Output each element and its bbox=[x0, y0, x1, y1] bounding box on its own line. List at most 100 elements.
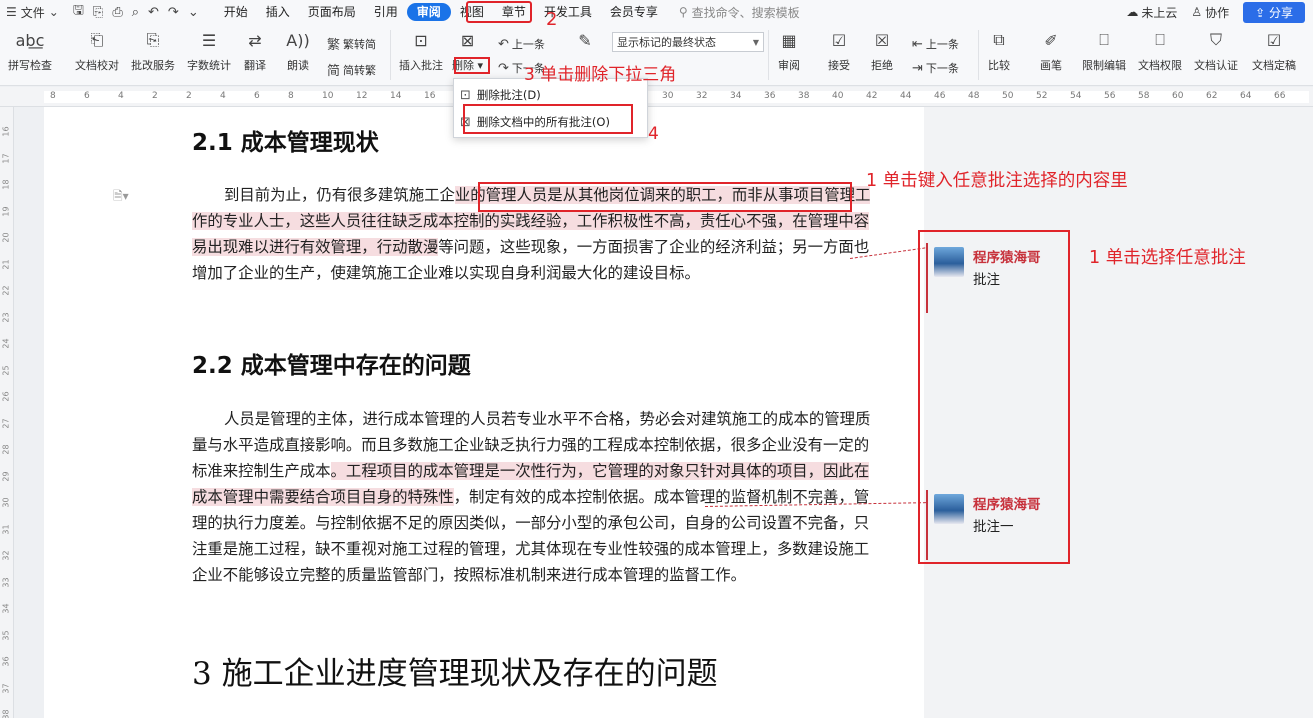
ruler-scale: 8642246810121416182022242628303234363840… bbox=[44, 91, 1309, 103]
export-icon[interactable]: ⎘ bbox=[93, 5, 103, 20]
ruler-tick-label: 6 bbox=[84, 91, 90, 101]
spell-check-button[interactable]: ab͟c 拼写检查 bbox=[8, 28, 52, 73]
markup-mode-select[interactable]: 显示标记的最终状态 ▼ bbox=[612, 32, 764, 52]
ruler-tick-label: 50 bbox=[1002, 91, 1014, 101]
file-menu[interactable]: ☰ 文件 ⌄ bbox=[0, 0, 65, 24]
ruler-tick-label: 34 bbox=[1, 603, 11, 614]
ribbon-divider bbox=[978, 30, 979, 80]
trad-to-simp-label: 繁转简 bbox=[343, 37, 377, 51]
translate-button[interactable]: ⇄ 翻译 bbox=[242, 28, 268, 73]
tab-developer[interactable]: 开发工具 bbox=[535, 0, 601, 24]
ruler-tick-label: 46 bbox=[934, 91, 946, 101]
command-search[interactable]: ⚲ 查找命令、搜索模板 bbox=[679, 4, 800, 21]
doc-finalize-button[interactable]: ☑ 文档定稿 bbox=[1252, 28, 1296, 73]
review-pane-button[interactable]: ▦ 审阅 bbox=[776, 28, 802, 73]
ruler-tick-label: 2 bbox=[186, 91, 192, 101]
compare-button[interactable]: ⧉ 比较 bbox=[986, 28, 1012, 73]
preview-icon[interactable]: ⌕ bbox=[132, 5, 139, 20]
ribbon-divider bbox=[768, 30, 769, 80]
ruler-tick-label: 44 bbox=[900, 91, 912, 101]
more-icon[interactable]: ⌄ bbox=[188, 5, 199, 20]
redo-icon[interactable]: ↷ bbox=[168, 5, 179, 20]
annotation-box-review-tab bbox=[466, 1, 532, 23]
spell-check-label: 拼写检查 bbox=[8, 59, 52, 72]
review-pane-icon: ▦ bbox=[781, 30, 797, 50]
reject-label: 拒绝 bbox=[871, 59, 893, 72]
read-aloud-button[interactable]: A)) 朗读 bbox=[285, 28, 311, 73]
next-comment-icon: ↷ bbox=[498, 60, 509, 76]
tab-layout[interactable]: 页面布局 bbox=[299, 0, 365, 24]
paragraph-menu-icon[interactable]: 🗎▾ bbox=[113, 187, 129, 208]
translate-icon: ⇄ bbox=[248, 30, 262, 50]
menu-bar: ☰ 文件 ⌄ 🖫 ⎘ ⎙ ⌕ ↶ ↷ ⌄ 开始 插入 页面布局 引用 审阅 视图… bbox=[0, 0, 1313, 24]
ruler-tick-label: 48 bbox=[968, 91, 980, 101]
tab-home[interactable]: 开始 bbox=[215, 0, 257, 24]
cloud-icon: ☁ bbox=[1126, 5, 1139, 19]
horizontal-ruler[interactable]: 8642246810121416182022242628303234363840… bbox=[0, 87, 1313, 107]
ruler-tick-label: 31 bbox=[1, 523, 11, 535]
accept-button[interactable]: ☑ 接受 bbox=[826, 28, 852, 73]
doc-finalize-label: 文档定稿 bbox=[1252, 59, 1296, 72]
doc-certify-button[interactable]: ⛉ 文档认证 bbox=[1194, 28, 1238, 73]
menu-item-delete-comment[interactable]: ⊡ 删除批注(D) bbox=[460, 85, 541, 105]
heading-2-1: 2.1 成本管理现状 bbox=[192, 130, 379, 156]
next-change-label: 下一条 bbox=[925, 62, 959, 75]
prev-change-button[interactable]: ⇤ 上一条 bbox=[912, 36, 959, 52]
collab-button[interactable]: ♙ 协作 bbox=[1191, 4, 1229, 21]
read-aloud-icon: A)) bbox=[286, 30, 310, 50]
undo-icon[interactable]: ↶ bbox=[148, 5, 159, 20]
doc-certify-label: 文档认证 bbox=[1194, 59, 1238, 72]
delete-comment-icon: ⊠ bbox=[460, 30, 475, 50]
ruler-tick-label: 36 bbox=[1, 656, 11, 667]
pen-button[interactable]: ✐ 画笔 bbox=[1038, 28, 1064, 73]
vertical-ruler[interactable]: 16 17 18 19 20 21 22 23 24 25 26 27 28 29 30 31 32 33 34 35… bbox=[0, 107, 14, 718]
ruler-tick-label: 12 bbox=[356, 91, 368, 101]
review-label: 审阅 bbox=[778, 59, 800, 72]
doc-proof-label: 文档校对 bbox=[75, 59, 119, 72]
track-changes-button[interactable]: ✎ bbox=[572, 28, 598, 52]
cloud-status[interactable]: ☁ 未上云 bbox=[1126, 4, 1177, 21]
doc-permission-button[interactable]: ⎕ 文档权限 bbox=[1138, 28, 1182, 73]
user-icon: ♙ bbox=[1191, 5, 1203, 19]
restrict-edit-button[interactable]: ⎕ 限制编辑 bbox=[1082, 28, 1126, 73]
paragraph-2[interactable]: 人员是管理的主体，进行成本管理的人员若专业水平不合格，势必会对建筑施工的成本的管… bbox=[192, 406, 876, 588]
ruler-tick-label: 58 bbox=[1138, 91, 1150, 101]
prev-comment-button[interactable]: ↶ 上一条 bbox=[498, 36, 545, 52]
ruler-tick-label: 27 bbox=[1, 417, 11, 429]
restrict-edit-icon: ⎕ bbox=[1099, 30, 1109, 49]
ruler-tick-label: 66 bbox=[1274, 91, 1286, 101]
trad-to-simp-button[interactable]: 繁繁转简 bbox=[327, 34, 377, 54]
ruler-tick-label: 14 bbox=[390, 91, 402, 101]
ruler-tick-label: 54 bbox=[1070, 91, 1082, 101]
ruler-tick-label: 42 bbox=[866, 91, 878, 101]
insert-comment-button[interactable]: ⊡ 插入批注 bbox=[399, 28, 443, 73]
tab-references[interactable]: 引用 bbox=[365, 0, 407, 24]
ruler-tick-label: 38 bbox=[1, 709, 11, 718]
ruler-tick-label: 60 bbox=[1172, 91, 1184, 101]
ruler-tick-label: 26 bbox=[1, 391, 11, 402]
word-count-button[interactable]: ☰ 字数统计 bbox=[187, 28, 231, 73]
insert-comment-label: 插入批注 bbox=[399, 59, 443, 72]
ruler-tick-label: 28 bbox=[1, 444, 11, 455]
ruler-tick-label: 36 bbox=[764, 91, 776, 101]
search-icon: ⚲ bbox=[678, 5, 688, 19]
cloud-status-label: 未上云 bbox=[1141, 5, 1178, 20]
next-change-icon: ⇥ bbox=[912, 60, 923, 76]
share-button[interactable]: ⇪ 分享 bbox=[1243, 1, 1305, 23]
next-change-button[interactable]: ⇥ 下一条 bbox=[912, 60, 959, 76]
save-icon[interactable]: 🖫 bbox=[73, 1, 84, 23]
reject-button[interactable]: ☒ 拒绝 bbox=[869, 28, 895, 73]
translate-label: 翻译 bbox=[244, 59, 266, 72]
ruler-tick-label: 22 bbox=[1, 285, 11, 296]
finalize-icon: ☑ bbox=[1266, 30, 1282, 50]
simp-to-trad-button[interactable]: 简简转繁 bbox=[327, 60, 376, 80]
tab-review[interactable]: 审阅 bbox=[406, 3, 451, 21]
tab-member[interactable]: 会员专享 bbox=[601, 0, 667, 24]
tab-insert[interactable]: 插入 bbox=[257, 0, 299, 24]
print-icon[interactable]: ⎙ bbox=[112, 5, 122, 20]
ruler-tick-label: 25 bbox=[1, 364, 11, 376]
quick-access: 🖫 ⎘ ⎙ ⌕ ↶ ↷ ⌄ bbox=[65, 1, 207, 23]
ruler-tick-label: 8 bbox=[288, 91, 294, 101]
batch-service-button[interactable]: ⎘ 批改服务 bbox=[131, 28, 175, 73]
doc-proof-button[interactable]: ⎗ 文档校对 bbox=[75, 28, 119, 73]
